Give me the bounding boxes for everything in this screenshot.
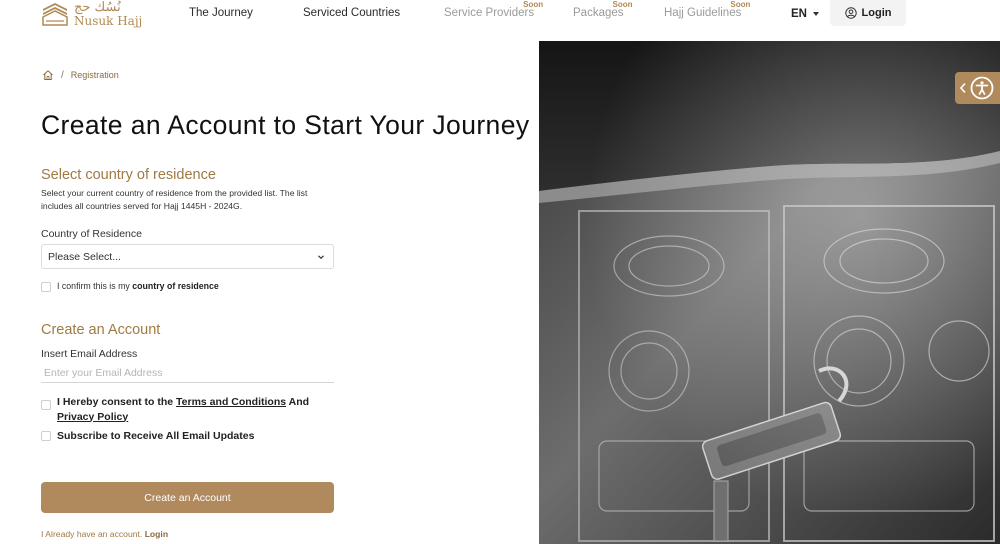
privacy-link[interactable]: Privacy Policy — [57, 411, 128, 423]
confirm-residence-row: I confirm this is my country of residenc… — [41, 281, 219, 292]
nav-label: Serviced Countries — [303, 7, 401, 19]
confirm-residence-checkbox[interactable] — [41, 282, 51, 292]
login-button[interactable]: Login — [830, 0, 906, 26]
top-navigation-bar: نُسُك حج Nusuk Hajj The Journey Serviced… — [0, 0, 1000, 38]
nusuk-hajj-logo[interactable]: نُسُك حج Nusuk Hajj — [40, 1, 142, 27]
chevron-down-icon — [318, 254, 324, 259]
language-selector[interactable]: EN — [791, 8, 819, 20]
kaaba-door-image — [539, 41, 1000, 544]
already-text: I Already have an account. — [41, 529, 143, 539]
nav-label: The Journey — [189, 7, 253, 19]
terms-link[interactable]: Terms and Conditions — [176, 396, 286, 408]
login-label: Login — [861, 7, 892, 19]
logo-mark-icon — [42, 3, 68, 26]
nav-service-providers[interactable]: Service Providers Soon — [444, 0, 543, 19]
accessibility-button[interactable] — [955, 72, 1000, 104]
language-label: EN — [791, 8, 807, 20]
confirm-prefix: I confirm this is my — [57, 281, 130, 291]
email-field-label: Insert Email Address — [41, 348, 138, 360]
accessibility-icon — [970, 76, 994, 100]
nav-the-journey[interactable]: The Journey — [189, 7, 253, 19]
nav-hajj-guidelines[interactable]: Hajj Guidelines Soon — [664, 0, 750, 19]
logo-english-text: Nusuk Hajj — [74, 14, 143, 28]
confirm-residence-label: I confirm this is my country of residenc… — [57, 281, 219, 291]
soon-badge: Soon — [523, 0, 544, 9]
chevron-left-icon — [959, 82, 966, 94]
already-have-account: I Already have an account. Login — [41, 529, 168, 539]
soon-badge: Soon — [612, 0, 633, 9]
confirm-bold: country of residence — [132, 281, 219, 291]
breadcrumb: / Registration — [42, 69, 119, 81]
country-field-label: Country of Residence — [41, 228, 142, 240]
breadcrumb-separator: / — [61, 69, 64, 81]
country-select[interactable]: Please Select... — [41, 244, 334, 269]
nav-packages[interactable]: Packages Soon — [573, 0, 633, 19]
subscribe-label: Subscribe to Receive All Email Updates — [57, 430, 255, 442]
page-title: Create an Account to Start Your Journey — [41, 110, 530, 140]
user-circle-icon — [844, 7, 857, 19]
consent-and: And — [288, 396, 310, 408]
subscribe-checkbox[interactable] — [41, 431, 51, 441]
nav-label: Service Providers — [444, 7, 535, 19]
residence-section-title: Select country of residence — [41, 167, 216, 183]
residence-description: Select your current country of residence… — [41, 188, 308, 211]
email-input[interactable] — [41, 364, 334, 383]
consent-prefix: I Hereby consent to the — [57, 396, 174, 408]
country-select-value: Please Select... — [48, 250, 121, 263]
caret-down-icon — [812, 12, 819, 16]
already-login-link[interactable]: Login — [145, 529, 168, 539]
account-section-title: Create an Account — [41, 322, 161, 338]
breadcrumb-current: Registration — [70, 70, 119, 80]
consent-checkbox[interactable] — [41, 400, 51, 410]
subscribe-row: Subscribe to Receive All Email Updates — [41, 429, 254, 444]
kaaba-door-illustration — [539, 41, 1000, 544]
create-account-button[interactable]: Create an Account — [41, 482, 334, 513]
nav-serviced-countries[interactable]: Serviced Countries — [303, 7, 400, 19]
soon-badge: Soon — [730, 0, 751, 9]
consent-row: I Hereby consent to the Terms and Condit… — [41, 395, 341, 424]
consent-label: I Hereby consent to the Terms and Condit… — [57, 395, 309, 424]
home-icon[interactable] — [42, 69, 54, 81]
logo-arabic-text: نُسُك حج — [74, 0, 121, 15]
